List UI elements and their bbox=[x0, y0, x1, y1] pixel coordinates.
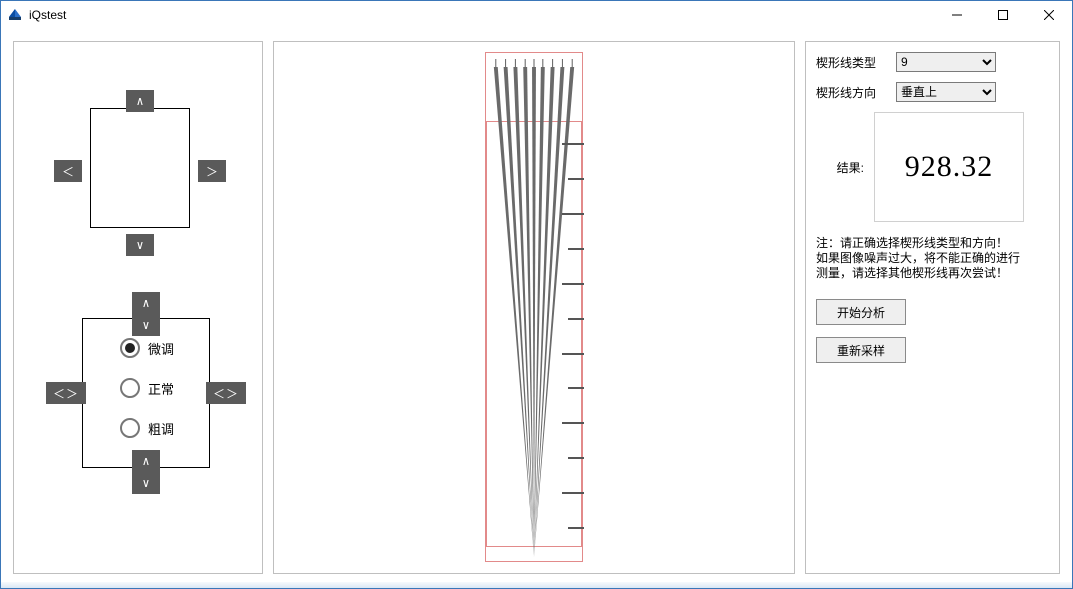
tune-normal-label: 正常 bbox=[148, 379, 174, 398]
tune-coarse-row[interactable]: 粗调 bbox=[120, 418, 174, 438]
note-line-1: 注：请正确选择楔形线类型和方向！ bbox=[816, 236, 1049, 251]
app-logo-icon bbox=[7, 7, 23, 23]
move-left-button[interactable]: ＜ bbox=[54, 160, 82, 182]
resize-left-button[interactable]: ＜＞ bbox=[46, 382, 86, 404]
tune-fine-row[interactable]: 微调 bbox=[120, 338, 174, 358]
radio-icon bbox=[120, 338, 140, 358]
roi-box bbox=[90, 108, 190, 228]
analyze-button[interactable]: 开始分析 bbox=[816, 299, 906, 325]
window-title: iQstest bbox=[29, 8, 66, 22]
radio-icon bbox=[120, 418, 140, 438]
note-text: 注：请正确选择楔形线类型和方向！ 如果图像噪声过大，将不能正确的进行 测量，请选… bbox=[816, 236, 1049, 281]
roi-outer-rect bbox=[485, 52, 583, 562]
client-area: ∧ ∨ ＜ ＞ ∧ ∨ ∧ ∨ ＜＞ ＜＞ 微调 bbox=[1, 29, 1072, 588]
resample-button[interactable]: 重新采样 bbox=[816, 337, 906, 363]
resize-bottom-out-button[interactable]: ∨ bbox=[132, 472, 160, 494]
title-bar: iQstest bbox=[1, 1, 1072, 29]
move-right-button[interactable]: ＞ bbox=[198, 160, 226, 182]
roi-resize-pad: ∧ ∨ ∧ ∨ ＜＞ ＜＞ 微调 正常 粗调 bbox=[50, 292, 240, 502]
resize-top-in-button[interactable]: ∨ bbox=[132, 314, 160, 336]
tune-coarse-label: 粗调 bbox=[148, 419, 174, 438]
wedge-dir-select[interactable]: 垂直上 bbox=[896, 82, 996, 102]
resize-right-button[interactable]: ＜＞ bbox=[206, 382, 246, 404]
move-up-button[interactable]: ∧ bbox=[126, 90, 154, 112]
radio-icon bbox=[120, 378, 140, 398]
wedge-dir-label: 楔形线方向 bbox=[816, 84, 888, 101]
minimize-button[interactable] bbox=[934, 1, 980, 29]
app-window: iQstest ∧ ∨ ＜ ＞ ∧ ∨ ∧ ∨ ＜＞ bbox=[0, 0, 1073, 589]
close-button[interactable] bbox=[1026, 1, 1072, 29]
wedge-type-select[interactable]: 9 bbox=[896, 52, 996, 72]
tune-fine-label: 微调 bbox=[148, 339, 174, 358]
resize-bottom-in-button[interactable]: ∧ bbox=[132, 450, 160, 472]
roi-move-pad: ∧ ∨ ＜ ＞ bbox=[50, 90, 230, 270]
preview-panel bbox=[273, 41, 795, 574]
result-label: 结果: bbox=[816, 159, 864, 176]
tune-normal-row[interactable]: 正常 bbox=[120, 378, 174, 398]
settings-panel: 楔形线类型 9 楔形线方向 垂直上 结果: 928.32 注：请正确选择楔形线类… bbox=[805, 41, 1060, 574]
scale-ticks bbox=[558, 143, 584, 531]
result-row: 结果: 928.32 bbox=[816, 112, 1049, 222]
wedge-dir-row: 楔形线方向 垂直上 bbox=[816, 82, 1049, 102]
note-line-2: 如果图像噪声过大，将不能正确的进行 bbox=[816, 251, 1049, 266]
maximize-button[interactable] bbox=[980, 1, 1026, 29]
wedge-type-row: 楔形线类型 9 bbox=[816, 52, 1049, 72]
result-value: 928.32 bbox=[874, 112, 1024, 222]
navigation-panel: ∧ ∨ ＜ ＞ ∧ ∨ ∧ ∨ ＜＞ ＜＞ 微调 bbox=[13, 41, 263, 574]
wedge-type-label: 楔形线类型 bbox=[816, 54, 888, 71]
move-down-button[interactable]: ∨ bbox=[126, 234, 154, 256]
resize-top-out-button[interactable]: ∧ bbox=[132, 292, 160, 314]
note-line-3: 测量，请选择其他楔形线再次尝试！ bbox=[816, 266, 1049, 281]
